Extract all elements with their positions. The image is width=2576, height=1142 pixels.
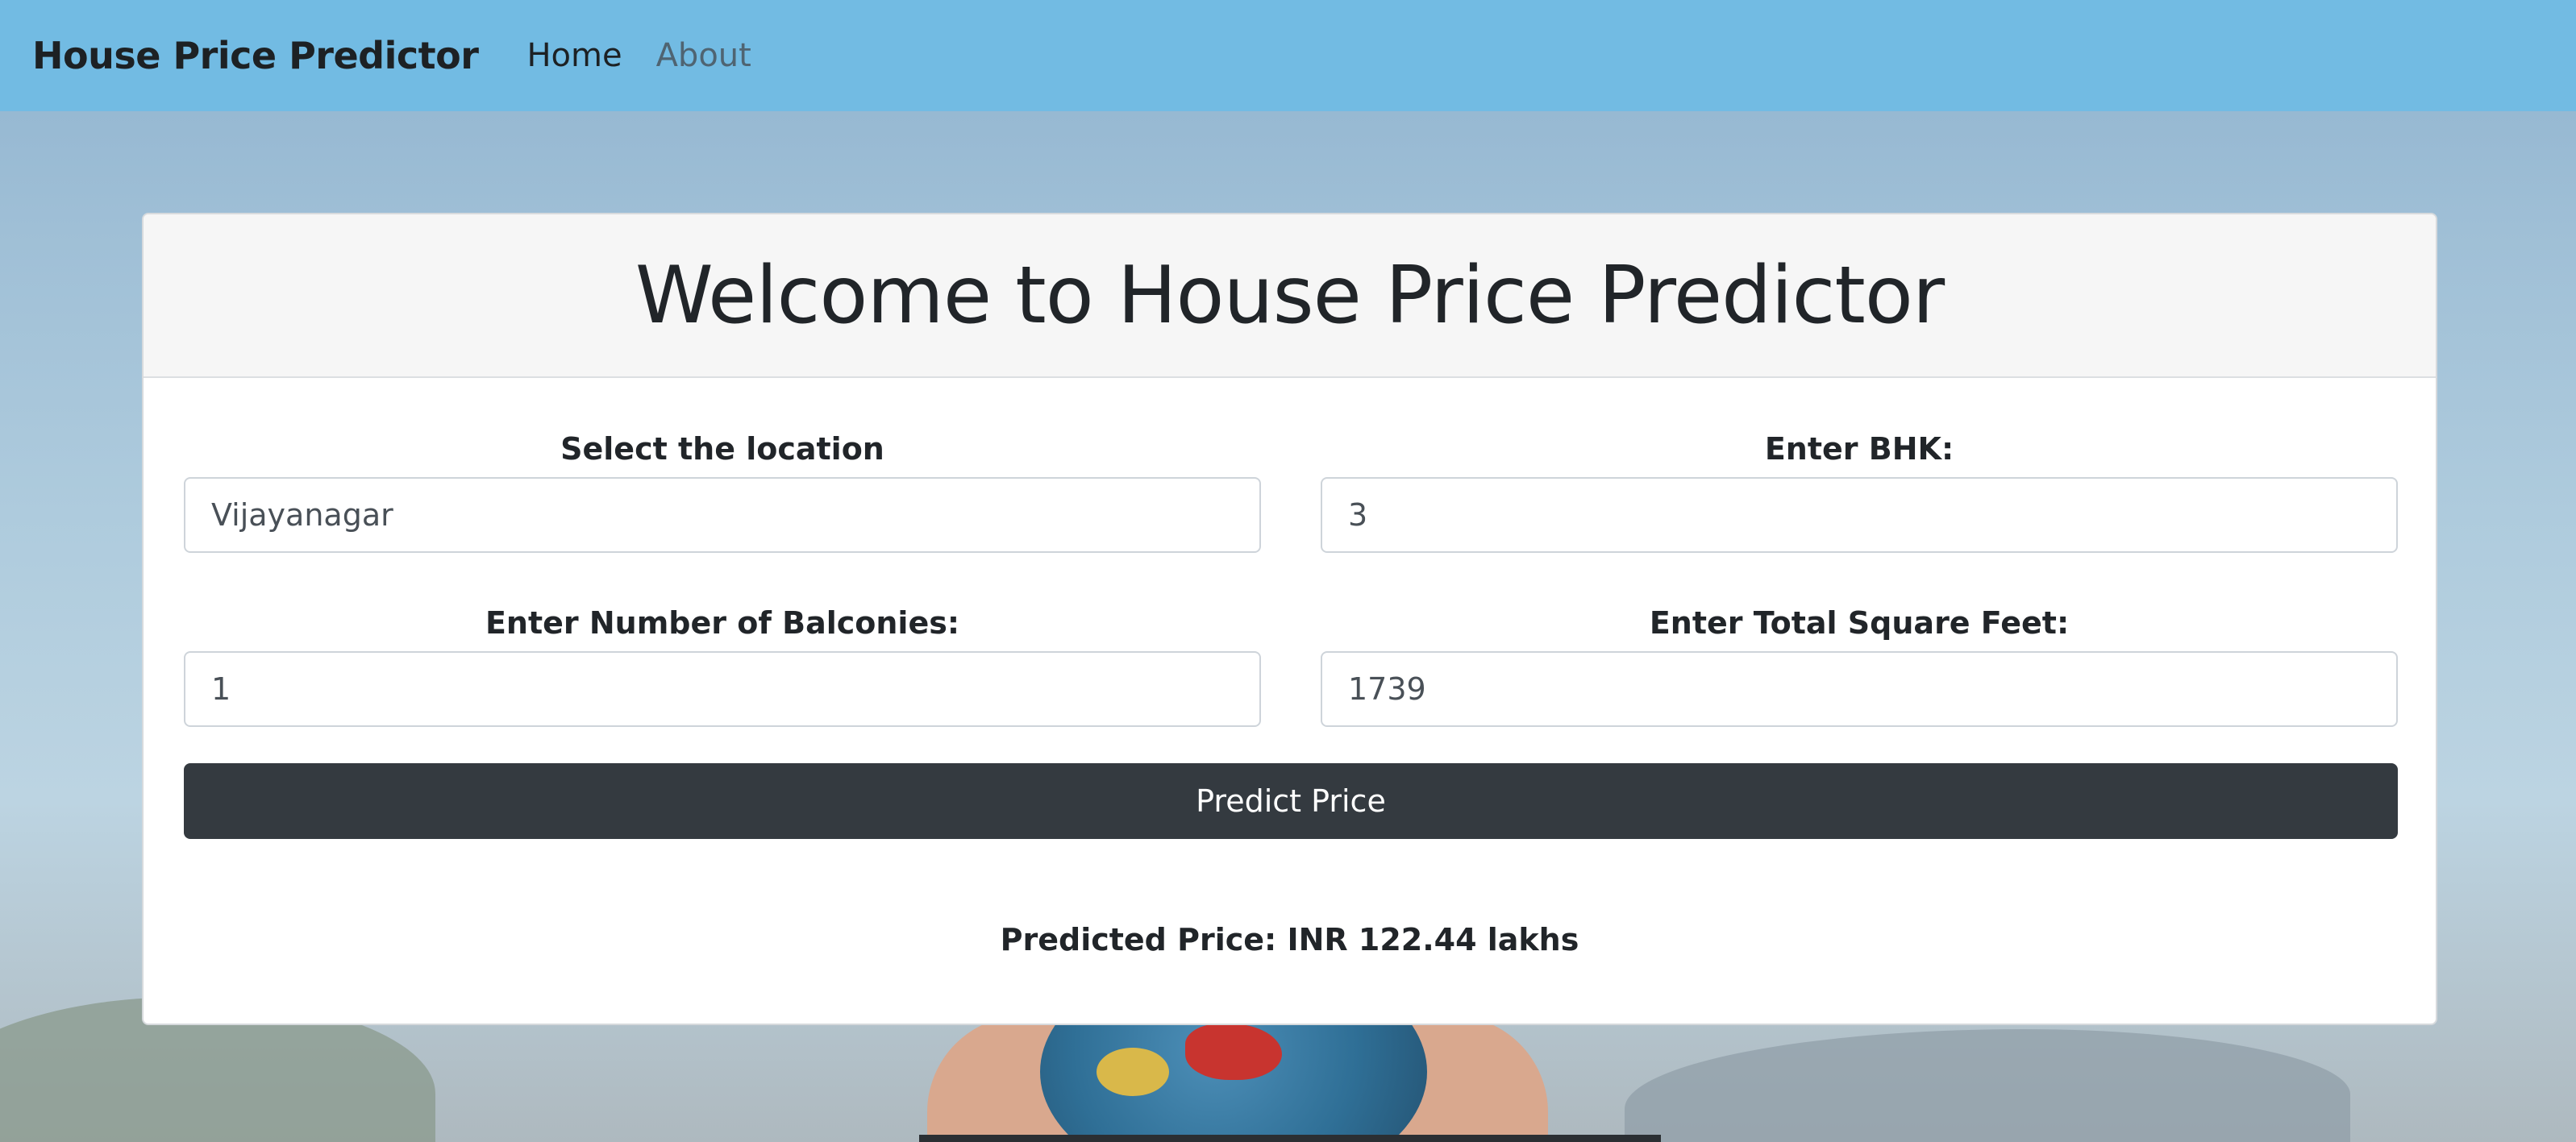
background-bottom-bar [919, 1135, 1661, 1142]
card-body: Select the location Enter BHK: Enter Num… [144, 378, 2436, 1024]
sqft-input[interactable] [1321, 651, 2398, 727]
nav-link-about[interactable]: About [656, 37, 751, 74]
predicted-price-text: Predicted Price: INR 122.44 lakhs [1000, 922, 1579, 957]
background-globe-land [1097, 1048, 1169, 1096]
location-field: Select the location [184, 425, 1261, 553]
balconies-field: Enter Number of Balconies: [184, 599, 1261, 727]
sqft-field: Enter Total Square Feet: [1321, 599, 2398, 727]
card-header: Welcome to House Price Predictor [144, 214, 2436, 378]
predict-price-button[interactable]: Predict Price [184, 763, 2398, 839]
location-label: Select the location [560, 431, 884, 467]
nav-link-home[interactable]: Home [526, 37, 622, 74]
background-mountains [1625, 1029, 2350, 1142]
balconies-input[interactable] [184, 651, 1261, 727]
sqft-label: Enter Total Square Feet: [1649, 605, 2070, 641]
navbar: House Price Predictor Home About [0, 0, 2576, 111]
navbar-brand[interactable]: House Price Predictor [32, 34, 479, 77]
predictor-card: Welcome to House Price Predictor Select … [142, 213, 2437, 1025]
bhk-input[interactable] [1321, 477, 2398, 553]
bhk-label: Enter BHK: [1764, 431, 1954, 467]
page-title: Welcome to House Price Predictor [635, 249, 1945, 342]
balconies-label: Enter Number of Balconies: [485, 605, 960, 641]
location-input[interactable] [184, 477, 1261, 553]
bhk-field: Enter BHK: [1321, 425, 2398, 553]
